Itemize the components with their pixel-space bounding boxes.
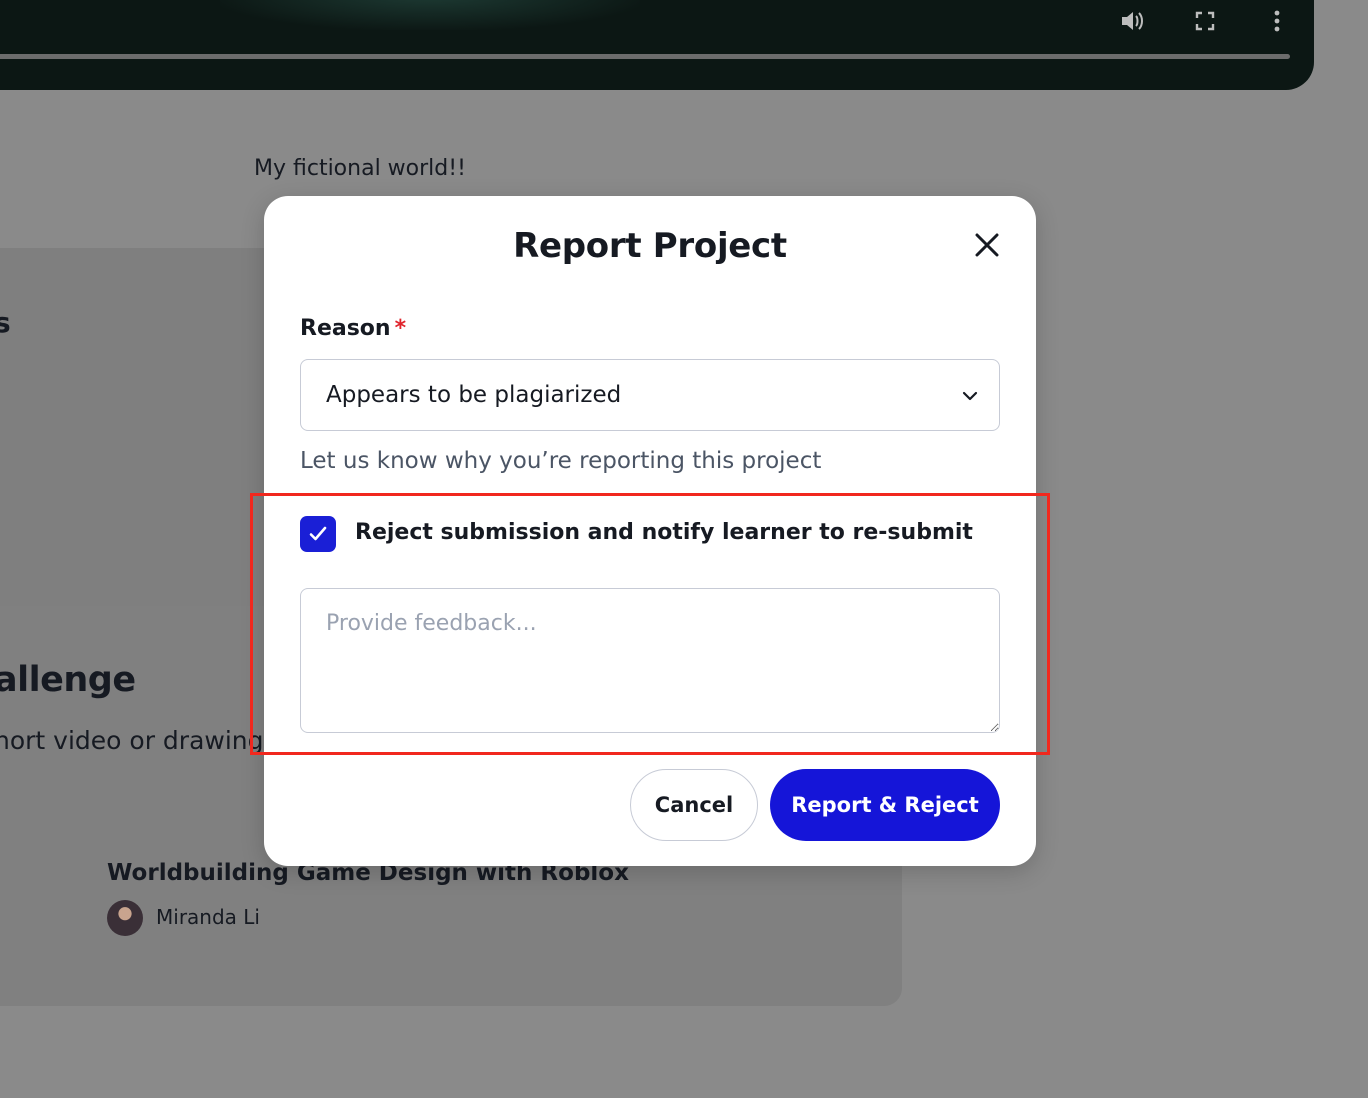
volume-icon[interactable] bbox=[1119, 8, 1145, 34]
feedback-textarea[interactable] bbox=[300, 588, 1000, 733]
reason-select-value: Appears to be plagiarized bbox=[326, 382, 622, 408]
reject-checkbox[interactable] bbox=[300, 516, 336, 552]
modal-title: Report Project bbox=[513, 226, 787, 266]
reject-checkbox-label[interactable]: Reject submission and notify learner to … bbox=[355, 520, 973, 545]
video-frame bbox=[220, 0, 640, 30]
challenge-subtitle: hort video or drawing bbox=[0, 726, 264, 755]
fullscreen-icon[interactable] bbox=[1192, 8, 1218, 34]
required-marker: * bbox=[394, 316, 407, 341]
reason-label: Reason * bbox=[300, 316, 406, 341]
checkmark-icon bbox=[309, 526, 327, 541]
reason-helper-text: Let us know why you’re reporting this pr… bbox=[300, 448, 822, 474]
video-progress-bar[interactable] bbox=[0, 54, 1290, 59]
video-player[interactable] bbox=[0, 0, 1314, 90]
author-name: Miranda Li bbox=[156, 905, 260, 929]
side-panel-text: l bbox=[0, 452, 1, 482]
avatar bbox=[107, 900, 143, 936]
more-options-icon[interactable] bbox=[1264, 8, 1290, 34]
side-panel bbox=[0, 248, 290, 606]
report-reject-button[interactable]: Report & Reject bbox=[770, 769, 1000, 841]
close-button[interactable] bbox=[970, 228, 1004, 262]
close-icon bbox=[975, 233, 999, 257]
reason-label-text: Reason bbox=[300, 316, 391, 341]
cancel-button[interactable]: Cancel bbox=[630, 769, 758, 841]
chevron-down-icon bbox=[962, 391, 978, 401]
challenge-title: allenge bbox=[0, 660, 136, 700]
side-panel-heading: s bbox=[0, 306, 11, 339]
project-description: My fictional world!! bbox=[254, 156, 466, 181]
reason-select[interactable]: Appears to be plagiarized bbox=[300, 359, 1000, 431]
page: My fictional world!! s l allenge hort vi… bbox=[0, 0, 1368, 1098]
